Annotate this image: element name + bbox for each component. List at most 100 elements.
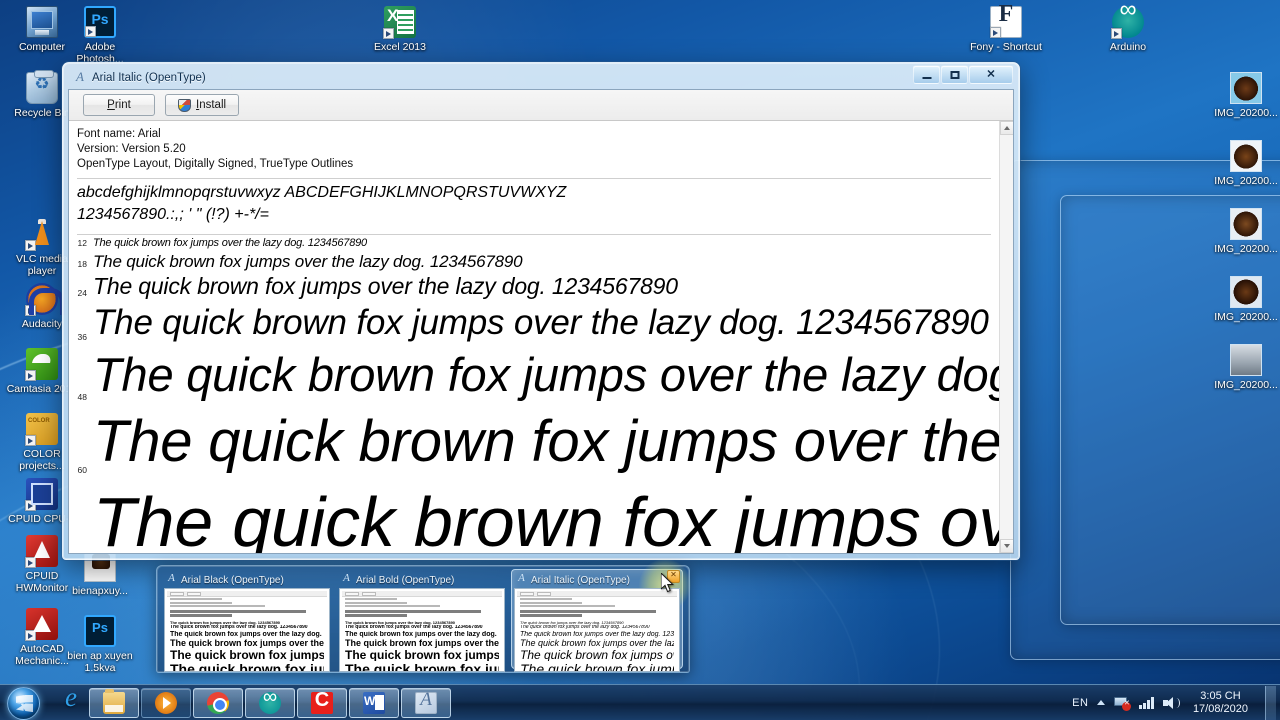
thumbnail-preview[interactable]: Arial Italic (OpenType) The quick brown f… <box>511 559 691 672</box>
thumbnail-sample-line: The quick brown fox jumps over the lazy … <box>345 630 499 638</box>
desktop-icon-arduino[interactable]: Arduino <box>1090 4 1166 53</box>
excel-icon <box>383 6 416 39</box>
thumbnail-sample-line: The quick brown fox jumps over the lazy … <box>170 638 324 648</box>
thumbnail-title: Arial Bold (OpenType) <box>356 574 455 586</box>
audacity-icon <box>25 283 65 316</box>
shortcut-overlay-icon <box>990 27 1001 38</box>
font-sample-row: 60 The quick brown fox jumps over the laz… <box>69 405 999 478</box>
font-sample-size-label: 36 <box>77 332 87 343</box>
desktop-icon-img-20200[interactable]: IMG_20200... <box>1208 208 1280 255</box>
close-button[interactable]: ✕ <box>969 65 1013 84</box>
color-projects-icon <box>25 413 58 446</box>
desktop-icon-label: Fony - Shortcut <box>970 41 1042 53</box>
thumbnail-close-icon[interactable] <box>667 570 680 583</box>
windows-media-player-icon <box>155 691 177 714</box>
taskbar-thumbnail-previews[interactable]: Arial Black (OpenType) The quick brown fo… <box>156 559 691 673</box>
clock-date: 17/08/2020 <box>1192 702 1248 715</box>
taskbar-item-windows-media-player[interactable] <box>141 687 191 718</box>
taskbar-item-arduino[interactable] <box>245 686 295 718</box>
computer-icon <box>26 6 58 38</box>
thumbnail-mini-metadata <box>517 597 677 607</box>
font-sample-size-label: 60 <box>77 464 87 475</box>
desktop-icon-fony-shortcut[interactable]: Fony - Shortcut <box>968 6 1044 53</box>
print-button[interactable]: Print <box>83 94 155 116</box>
thumbnail-mini-alphabet <box>167 609 327 620</box>
language-indicator[interactable]: EN <box>1072 697 1088 709</box>
font-sample-row: 12 The quick brown fox jumps over the laz… <box>69 237 999 251</box>
desktop-icon-img-20200[interactable]: IMG_20200... <box>1208 276 1280 323</box>
system-tray[interactable]: EN 3:05 CH 17/08/2020 <box>1072 685 1280 720</box>
desktop-icon-label: IMG_20200... <box>1214 175 1278 187</box>
desktop-icon-img-20200[interactable]: IMG_20200... <box>1208 140 1280 187</box>
window-title: Arial Italic (OpenType) <box>92 72 206 84</box>
thumbnail-preview[interactable]: Arial Black (OpenType) The quick brown fo… <box>164 572 330 672</box>
desktop-icon-img-20200[interactable]: IMG_20200... <box>1208 72 1280 119</box>
clock[interactable]: 3:05 CH 17/08/2020 <box>1189 690 1252 716</box>
thumbnail-mini-alphabet <box>517 609 677 620</box>
image-file-icon <box>1230 344 1262 376</box>
taskbar[interactable]: EN 3:05 CH 17/08/2020 <box>0 682 1280 720</box>
thumbnail-body: The quick brown fox jumps over the lazy … <box>164 588 330 672</box>
desktop-icon-label: IMG_20200... <box>1214 243 1278 255</box>
font-version-line: Version: Version 5.20 <box>77 143 186 155</box>
taskbar-item-internet-explorer[interactable] <box>54 682 88 720</box>
network-icon[interactable] <box>1114 696 1132 711</box>
thumbnail-sample-line: The quick brown fox jumps ov <box>345 648 499 662</box>
shortcut-overlay-icon <box>85 26 96 37</box>
thumbnail-preview[interactable]: Arial Bold (OpenType) The quick brown fox… <box>339 572 505 672</box>
font-alphabet-block: abcdefghijklmnopqrstuvwxyz ABCDEFGHIJKLM… <box>69 179 999 232</box>
shortcut-overlay-icon <box>25 500 36 511</box>
thumbnail-body: The quick brown fox jumps over the lazy … <box>339 588 505 672</box>
desktop[interactable]: ComputerRecycle BinVLC media playerAudac… <box>0 0 1280 720</box>
maximize-button[interactable] <box>941 65 968 84</box>
font-preview-document[interactable]: Font name: Arial Version: Version 5.20 O… <box>69 121 1013 553</box>
volume-icon[interactable] <box>1162 696 1180 710</box>
scroll-down-button[interactable] <box>1000 539 1013 553</box>
taskbar-item-google-chrome[interactable] <box>193 687 243 718</box>
arduino-icon <box>259 686 281 714</box>
font-sample-text: The quick brown fox jumps over the lazy … <box>93 273 678 300</box>
thumbnail-sample-line: The quick brown fox jumps over the lazy … <box>170 625 308 631</box>
show-desktop-button[interactable] <box>1265 685 1276 720</box>
font-sample-size-label: 24 <box>77 288 87 299</box>
install-button-label: Install <box>196 99 227 111</box>
taskbar-item-font-viewer[interactable] <box>401 687 451 718</box>
signal-strength-icon[interactable] <box>1139 696 1154 709</box>
taskbar-item-microsoft-word[interactable] <box>349 687 399 718</box>
font-sample-row: 24 The quick brown fox jumps over the laz… <box>69 272 999 301</box>
thumbnail-sample-line: The quick brown fox jumps over the lazy … <box>170 630 324 638</box>
shortcut-overlay-icon <box>25 630 36 641</box>
font-file-icon <box>73 69 87 85</box>
taskbar-item-windows-explorer[interactable] <box>89 687 139 718</box>
desktop-icon-label: IMG_20200... <box>1214 107 1278 119</box>
desktop-icon-img-20200[interactable]: IMG_20200... <box>1208 344 1280 391</box>
window-titlebar[interactable]: Arial Italic (OpenType) ✕ <box>67 65 1015 89</box>
photoshop-icon <box>84 6 116 38</box>
vlc-icon <box>25 218 58 251</box>
thumbnail-sample-line: The quick brown fox jumps over the lazy <box>520 638 674 648</box>
install-button[interactable]: Install <box>165 94 240 116</box>
font-file-icon <box>516 572 527 586</box>
arduino-icon <box>1111 4 1144 39</box>
taskbar-item-camtasia[interactable] <box>297 687 347 718</box>
desktop-icon-excel-2013[interactable]: Excel 2013 <box>362 6 438 53</box>
thumbnail-title: Arial Black (OpenType) <box>181 574 284 586</box>
thumbnail-sample-line: The quick brown fox jumps over <box>170 648 324 662</box>
vertical-scrollbar[interactable] <box>999 121 1013 553</box>
desktop-icon-bien-ap-xuyen-1-5kva[interactable]: bien ap xuyen 1.5kva <box>62 615 138 674</box>
thumbnail-body: The quick brown fox jumps over the lazy … <box>514 588 680 672</box>
camtasia-icon <box>25 348 58 381</box>
background-window-2 <box>1060 195 1280 625</box>
thumbnail-header: Arial Italic (OpenType) <box>514 570 680 588</box>
shortcut-overlay-icon <box>25 305 36 316</box>
show-hidden-icons-button[interactable] <box>1097 700 1106 705</box>
font-viewer-window[interactable]: Arial Italic (OpenType) ✕ Print Install <box>62 62 1020 560</box>
uac-shield-icon <box>178 98 191 112</box>
fony-icon <box>990 6 1022 38</box>
thumbnail-sample-line: The quick brown fox jumps over the lazy … <box>170 620 281 625</box>
desktop-icon-adobe-photosh[interactable]: Adobe Photosh... <box>62 6 138 65</box>
minimize-button[interactable] <box>913 65 940 84</box>
scroll-up-button[interactable] <box>1000 121 1013 135</box>
start-button[interactable] <box>2 686 50 720</box>
camtasia-icon <box>311 689 333 714</box>
